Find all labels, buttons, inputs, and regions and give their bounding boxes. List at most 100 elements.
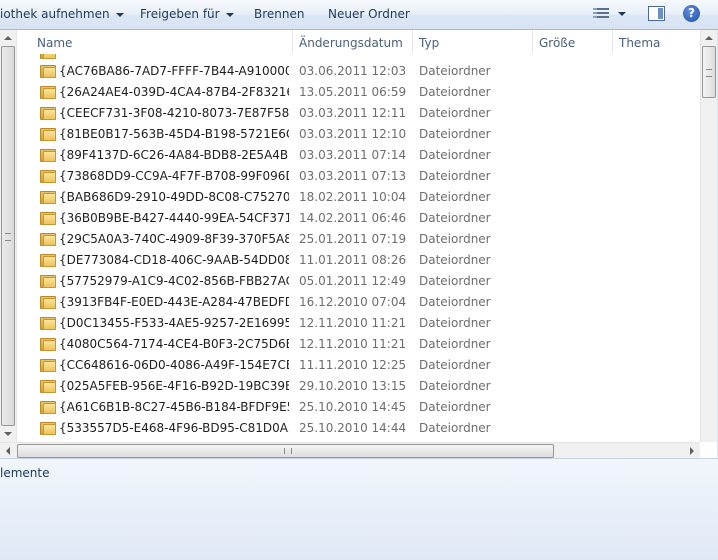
- table-row[interactable]: {025A5FEB-956E-4F16-B92D-19BC39E152... 29…: [17, 376, 700, 397]
- navigation-pane-scrollbar[interactable]: [0, 30, 17, 442]
- column-header-size[interactable]: Größe: [533, 30, 613, 54]
- file-type: Dateiordner: [419, 400, 491, 414]
- help-icon[interactable]: ?: [683, 5, 700, 22]
- file-type: Dateiordner: [419, 64, 491, 78]
- file-name: {3913FB4F-E0ED-443E-A284-47BEDFDFBB...: [59, 295, 289, 309]
- modified-date: 18.02.2011 10:04: [299, 190, 407, 204]
- table-row[interactable]: {81BE0B17-563B-45D4-B198-5721E6C665... 03…: [17, 124, 700, 145]
- folder-icon: [40, 86, 56, 99]
- command-bar: iothek aufnehmen Freigeben für Brennen N…: [0, 0, 718, 30]
- file-name: {57752979-A1C9-4C02-856B-FBB27AC4E0...: [59, 274, 289, 288]
- scroll-up-icon[interactable]: [705, 36, 713, 40]
- modified-date: 25.10.2010 14:44: [299, 421, 407, 435]
- chevron-down-icon: [225, 12, 234, 17]
- file-list-scrollbar[interactable]: [700, 30, 717, 442]
- file-type: Dateiordner: [419, 379, 491, 393]
- folder-icon: [40, 401, 56, 414]
- modified-date: 03.06.2011 12:03: [299, 64, 407, 78]
- table-row[interactable]: {AC76BA86-7AD7-FFFF-7B44-A91000000... 03.…: [17, 61, 700, 82]
- modified-date: 16.12.2010 07:04: [299, 295, 407, 309]
- table-row[interactable]: {73868DD9-CC9A-4F7F-B708-99F096DEA... 03.…: [17, 166, 700, 187]
- table-row[interactable]: {3913FB4F-E0ED-443E-A284-47BEDFDFBB... 16…: [17, 292, 700, 313]
- table-row[interactable]: {A61C6B1B-8C27-45B6-B184-BFDF9E5926... 25…: [17, 397, 700, 418]
- file-type: Dateiordner: [419, 211, 491, 225]
- folder-icon: [40, 107, 56, 120]
- column-header-date[interactable]: Änderungsdatum: [293, 30, 413, 54]
- scroll-left-icon[interactable]: [6, 447, 10, 455]
- chevron-down-icon: [115, 12, 124, 17]
- item-count-text: lemente: [0, 466, 50, 480]
- table-row[interactable]: {29C5A0A3-740C-4909-8F39-370F5A8B5A... 25…: [17, 229, 700, 250]
- modified-date: 12.11.2010 11:21: [299, 337, 407, 351]
- modified-date: 13.05.2011 06:59: [299, 85, 407, 99]
- modified-date: 11.01.2011 08:26: [299, 253, 407, 267]
- folder-icon: [40, 275, 56, 288]
- folder-icon: [40, 338, 56, 351]
- new-folder-button[interactable]: Neuer Ordner: [328, 7, 410, 21]
- folder-icon: [40, 296, 56, 309]
- horizontal-scrollbar[interactable]: [0, 442, 700, 458]
- scroll-down-icon[interactable]: [4, 432, 12, 436]
- table-row[interactable]: {533557D5-E468-4F96-BD95-C81D0A2A81... 25…: [17, 418, 700, 439]
- view-options-chevron-icon[interactable]: [618, 12, 626, 16]
- table-row[interactable]: {CEECF731-3F08-4210-8073-7E87F58C01... 03…: [17, 103, 700, 124]
- folder-icon: [40, 212, 56, 225]
- file-type: Dateiordner: [419, 85, 491, 99]
- table-row[interactable]: {D0C13455-F533-4AE5-9257-2E169956BA... 12…: [17, 313, 700, 334]
- table-row[interactable]: {36B0B9BE-B427-4440-99EA-54CF3711F5... 14…: [17, 208, 700, 229]
- scrollbar-thumb[interactable]: [702, 46, 716, 98]
- preview-pane-icon[interactable]: [648, 6, 665, 21]
- file-name: {CEECF731-3F08-4210-8073-7E87F58C01...: [59, 106, 289, 120]
- modified-date: 05.01.2011 12:49: [299, 274, 407, 288]
- scroll-up-icon[interactable]: [4, 36, 12, 40]
- folder-icon: [40, 65, 56, 78]
- table-row[interactable]: {4080C564-7174-4CE4-B0F3-2C75D6ECB1... 12…: [17, 334, 700, 355]
- file-type: Dateiordner: [419, 127, 491, 141]
- table-row[interactable]: {DE773084-CD18-406C-9AAB-54DD08DA... 11.0…: [17, 250, 700, 271]
- include-in-library-label: iothek aufnehmen: [0, 7, 110, 21]
- share-with-button[interactable]: Freigeben für: [140, 7, 234, 21]
- file-rows: {AC76BA86-7AD7-FFFF-7B44-A91000000... 03.…: [17, 54, 700, 442]
- file-type: Dateiordner: [419, 421, 491, 435]
- table-row[interactable]: {BAB686D9-2910-49DD-8C08-C75270025... 18.…: [17, 187, 700, 208]
- folder-icon: [40, 233, 56, 246]
- modified-date: 14.02.2011 06:46: [299, 211, 407, 225]
- folder-icon: [40, 254, 56, 267]
- file-name: {AC76BA86-7AD7-FFFF-7B44-A91000000...: [59, 64, 289, 78]
- file-list: Name Änderungsdatum Typ Größe Thema {AC7…: [0, 30, 718, 458]
- change-view-icon[interactable]: [593, 8, 609, 21]
- file-type: Dateiordner: [419, 337, 491, 351]
- column-header-type[interactable]: Typ: [413, 30, 533, 54]
- folder-icon: [40, 170, 56, 183]
- column-header-theme[interactable]: Thema: [613, 30, 700, 54]
- file-name: {81BE0B17-563B-45D4-B198-5721E6C665...: [59, 127, 289, 141]
- table-row[interactable]: {26A24AE4-039D-4CA4-87B4-2F83216022... 13…: [17, 82, 700, 103]
- file-name: {DE773084-CD18-406C-9AAB-54DD08DA...: [59, 253, 289, 267]
- include-in-library-button[interactable]: iothek aufnehmen: [0, 7, 124, 21]
- folder-icon: [40, 422, 56, 435]
- file-name: {29C5A0A3-740C-4909-8F39-370F5A8B5A...: [59, 232, 289, 246]
- file-type: Dateiordner: [419, 169, 491, 183]
- file-name: {36B0B9BE-B427-4440-99EA-54CF3711F5...: [59, 211, 289, 225]
- file-type: Dateiordner: [419, 190, 491, 204]
- file-type: Dateiordner: [419, 274, 491, 288]
- scroll-right-icon[interactable]: [690, 447, 694, 455]
- column-header-name[interactable]: Name: [31, 30, 293, 54]
- column-header-row: Name Änderungsdatum Typ Größe Thema: [17, 30, 700, 54]
- scrollbar-thumb[interactable]: [1, 46, 15, 426]
- file-name: {A61C6B1B-8C27-45B6-B184-BFDF9E5926...: [59, 400, 289, 414]
- file-type: Dateiordner: [419, 232, 491, 246]
- details-pane: lemente: [0, 458, 718, 560]
- folder-icon: [40, 128, 56, 141]
- table-row[interactable]: {57752979-A1C9-4C02-856B-FBB27AC4E0... 05…: [17, 271, 700, 292]
- table-row[interactable]: {89F4137D-6C26-4A84-BDB8-2E5A4BB71... 03.…: [17, 145, 700, 166]
- table-row[interactable]: {CC648616-06D0-4086-A49F-154E7CE11D... 11…: [17, 355, 700, 376]
- modified-date: 25.10.2010 14:45: [299, 400, 407, 414]
- folder-icon: [40, 54, 56, 59]
- horizontal-scrollbar-thumb[interactable]: [17, 444, 554, 458]
- file-type: Dateiordner: [419, 253, 491, 267]
- file-name: {89F4137D-6C26-4A84-BDB8-2E5A4BB71...: [59, 148, 289, 162]
- burn-button[interactable]: Brennen: [254, 7, 304, 21]
- folder-icon: [40, 317, 56, 330]
- modified-date: 03.03.2011 07:13: [299, 169, 407, 183]
